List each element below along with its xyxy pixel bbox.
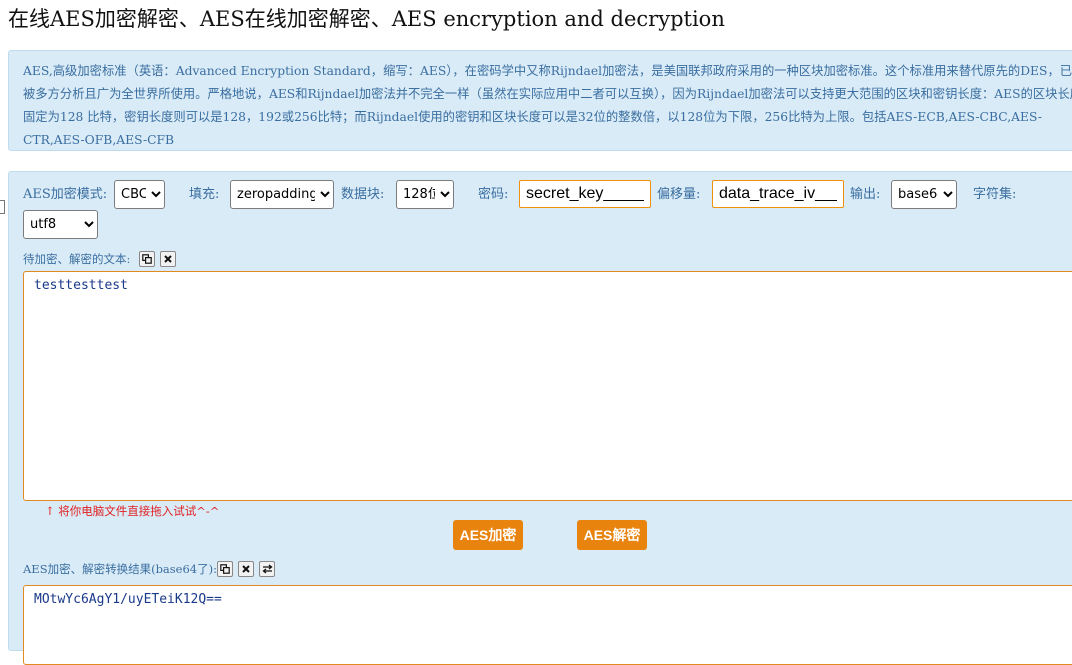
clear-result-button[interactable]: [238, 561, 254, 577]
decrypt-button[interactable]: AES解密: [577, 520, 647, 550]
mode-label: AES加密模式:: [23, 187, 108, 202]
copy-result-button[interactable]: [217, 561, 233, 577]
output-label: 输出:: [850, 187, 881, 202]
drop-file-hint: ↑ 将你电脑文件直接拖入试试^-^: [45, 504, 220, 518]
copy-icon: [142, 254, 152, 264]
key-input[interactable]: [519, 180, 651, 208]
swap-icon: [261, 564, 273, 574]
page-title: 在线AES加密解密、AES在线加密解密、AES encryption and d…: [8, 7, 725, 31]
output-select[interactable]: base64: [891, 180, 957, 209]
swap-result-button[interactable]: [259, 561, 275, 577]
copy-icon: [220, 564, 230, 574]
mode-select[interactable]: CBC: [114, 180, 165, 209]
input-textarea[interactable]: testtesttest: [23, 271, 1072, 501]
intro-panel: AES,高级加密标准（英语：Advanced Encryption Standa…: [8, 50, 1072, 151]
block-size-label: 数据块:: [341, 187, 385, 202]
page-edge-marker: [0, 200, 5, 214]
block-size-select[interactable]: 128位: [396, 180, 454, 209]
iv-label: 偏移量:: [657, 187, 701, 202]
iv-input[interactable]: [712, 180, 844, 208]
key-label: 密码:: [478, 187, 509, 202]
clear-icon: [164, 255, 172, 263]
charset-label: 字符集:: [973, 187, 1017, 202]
result-label: AES加密、解密转换结果(base64了):: [23, 562, 217, 576]
clear-icon: [242, 565, 250, 573]
input-label: 待加密、解密的文本:: [23, 252, 131, 266]
result-textarea[interactable]: MOtwYc6AgY1/uyETeiK12Q==: [23, 585, 1072, 665]
padding-select[interactable]: zeropadding: [230, 180, 334, 209]
padding-label: 填充:: [189, 187, 220, 202]
copy-input-button[interactable]: [139, 251, 155, 267]
charset-select[interactable]: utf8: [23, 210, 98, 239]
encrypt-button[interactable]: AES加密: [453, 520, 523, 550]
intro-text: AES,高级加密标准（英语：Advanced Encryption Standa…: [23, 64, 1072, 147]
aes-tool-panel: AES加密模式: CBC 填充: zeropadding 数据块: 128位 密…: [8, 171, 1072, 665]
clear-input-button[interactable]: [160, 251, 176, 267]
